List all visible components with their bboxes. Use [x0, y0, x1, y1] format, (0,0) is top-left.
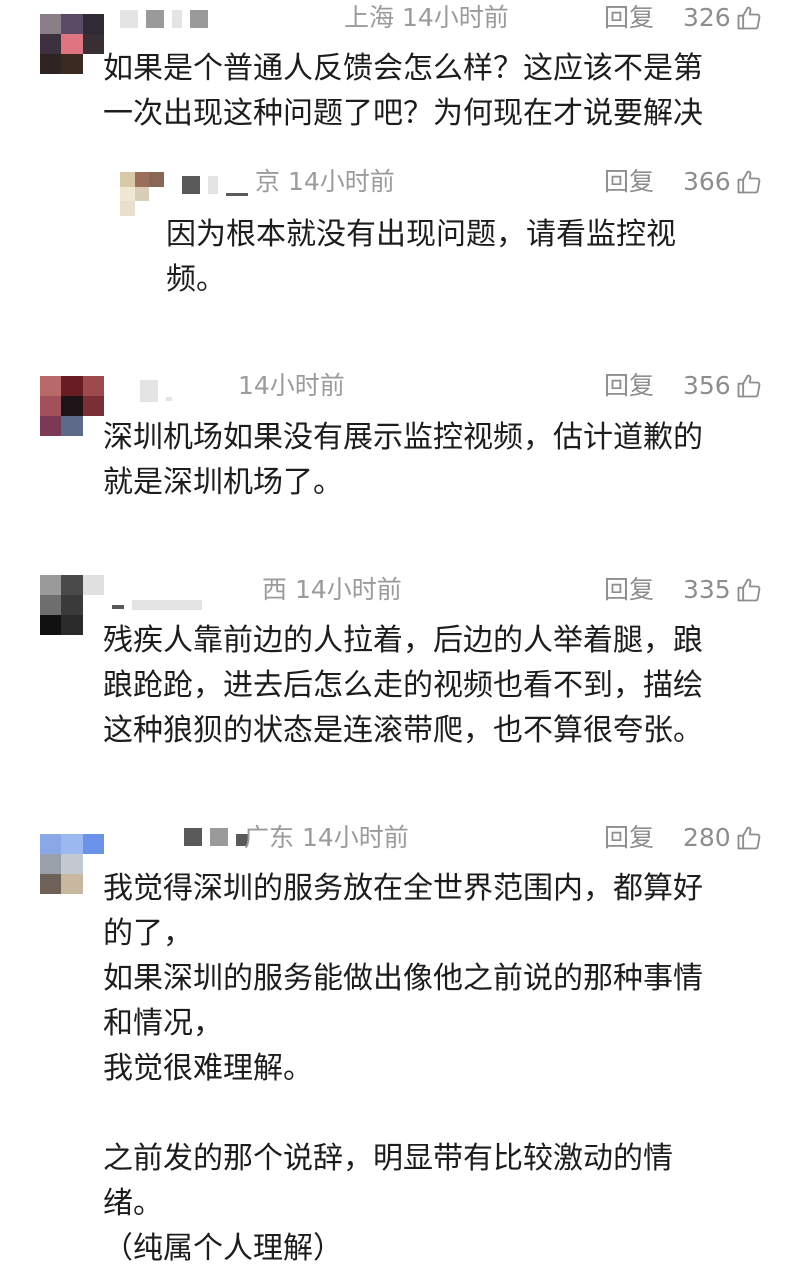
like-button[interactable]: 280	[683, 822, 763, 854]
location-time: 广东 14小时前	[244, 823, 409, 852]
comment-text: 深圳机场如果没有展示监控视频，估计道歉的 就是深圳机场了。	[103, 420, 703, 500]
avatar[interactable]	[40, 575, 104, 635]
like-count: 366	[683, 167, 731, 196]
like-count: 356	[683, 371, 731, 400]
like-button[interactable]: 366	[683, 166, 763, 198]
reply-button[interactable]: 回复	[604, 574, 654, 606]
reply-button[interactable]: 回复	[604, 822, 654, 854]
location-time: 京 14小时前	[255, 167, 395, 196]
reply-button[interactable]: 回复	[604, 2, 654, 34]
comment-text: 残疾人靠前边的人拉着，后边的人举着腿，踉 踉跄跄，进去后怎么走的视频也看不到，描…	[103, 623, 703, 748]
reply-button[interactable]: 回复	[604, 166, 654, 198]
thumbs-up-icon	[737, 170, 761, 194]
reply-button[interactable]: 回复	[604, 370, 654, 402]
thumbs-up-icon	[737, 826, 761, 850]
avatar[interactable]	[40, 14, 104, 74]
comment-text: 如果是个普通人反馈会怎么样？这应该不是第 一次出现这种问题了吧？为何现在才说要解…	[103, 51, 703, 131]
username-pixelated[interactable]	[120, 6, 208, 32]
thumbs-up-icon	[737, 578, 761, 602]
username-pixelated[interactable]	[182, 172, 248, 198]
thumbs-up-icon	[737, 6, 761, 30]
like-button[interactable]: 326	[683, 2, 763, 34]
avatar[interactable]	[120, 172, 164, 216]
avatar[interactable]	[40, 834, 104, 894]
comment-text: 我觉得深圳的服务放在全世界范围内，都算好 的了， 如果深圳的服务能做出像他之前说…	[103, 871, 703, 1266]
thumbs-up-icon	[737, 374, 761, 398]
location-time: 西 14小时前	[262, 575, 402, 604]
like-button[interactable]: 356	[683, 370, 763, 402]
like-count: 326	[683, 3, 731, 32]
location-time: 14小时前	[238, 371, 345, 400]
location-time: 上海 14小时前	[344, 3, 509, 32]
like-count: 280	[683, 823, 731, 852]
username-pixelated[interactable]	[184, 824, 248, 850]
avatar[interactable]	[40, 376, 104, 436]
username-pixelated[interactable]	[112, 586, 202, 612]
username-pixelated[interactable]	[140, 378, 172, 404]
comment-text: 因为根本就没有出现问题，请看监控视 频。	[166, 217, 676, 297]
like-count: 335	[683, 575, 731, 604]
like-button[interactable]: 335	[683, 574, 763, 606]
